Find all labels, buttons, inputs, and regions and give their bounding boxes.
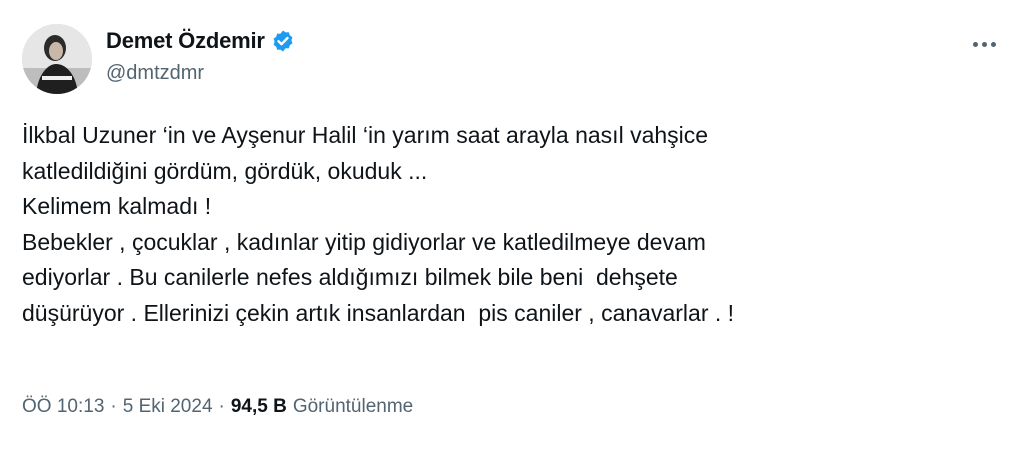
- tweet-date[interactable]: 5 Eki 2024: [123, 396, 213, 418]
- views-label: Görüntülenme: [292, 396, 414, 417]
- tweet-text-line: İlkbal Uzuner ‘in ve Ayşenur Halil ‘in y…: [22, 122, 709, 148]
- verified-badge-icon[interactable]: [271, 29, 295, 53]
- tweet-text-line: katledildiğini gördüm, gördük, okuduk ..…: [22, 157, 428, 184]
- tweet-text: İlkbal Uzuner ‘in ve Ayşenur Halil ‘in y…: [22, 118, 1002, 331]
- tweet-text-line: Bebekler , çocuklar , kadınlar yitip gid…: [22, 228, 706, 255]
- more-dot: [972, 41, 978, 47]
- more-dot: [981, 41, 987, 47]
- tweet-text-line: düşürüyor . Ellerinizi çekin artık insan…: [22, 299, 735, 326]
- avatar-image: [22, 24, 92, 94]
- tweet-text-line: Kelimem kalmadı !: [22, 193, 212, 219]
- author-handle[interactable]: @dmtzdmr: [106, 62, 295, 85]
- views-count[interactable]: 94,5 B: [231, 396, 287, 418]
- tweet-card: Demet Özdemir @dmtzdmr İlkbal Uzuner ‘in…: [0, 0, 1024, 466]
- more-dot: [990, 41, 996, 47]
- meta-separator: ·: [110, 396, 117, 417]
- author-names: Demet Özdemir @dmtzdmr: [106, 26, 295, 85]
- display-name-row: Demet Özdemir: [106, 26, 295, 56]
- avatar[interactable]: [22, 24, 92, 94]
- tweet-meta: ÖÖ 10:13 · 5 Eki 2024 · 94,5 B Görüntüle…: [22, 396, 413, 418]
- tweet-header: Demet Özdemir @dmtzdmr: [22, 22, 1002, 96]
- tweet-time[interactable]: ÖÖ 10:13: [22, 396, 104, 418]
- meta-separator: ·: [218, 396, 225, 417]
- more-horizontal-icon[interactable]: [966, 30, 1002, 58]
- tweet-text-line: ediyorlar . Bu canilerle nefes aldığımız…: [22, 264, 678, 290]
- author-display-name[interactable]: Demet Özdemir: [106, 28, 265, 54]
